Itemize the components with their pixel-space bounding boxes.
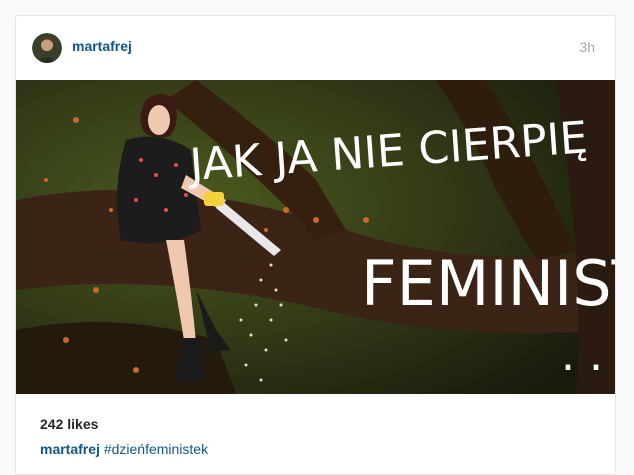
post-username[interactable]: martafrej [72, 38, 132, 54]
caption-username[interactable]: martafrej [40, 441, 100, 457]
avatar[interactable] [32, 33, 62, 63]
caption-hashtag[interactable]: #dzieńfeministek [104, 441, 208, 457]
post-timestamp[interactable]: 3h [579, 39, 595, 55]
image-text-dots: . . [561, 330, 603, 381]
image-text-line2: FEMINISTEK [361, 247, 615, 320]
post-card: martafrej 3h JAK JA NIE CIERPIĘ FEMINIS … [15, 15, 616, 475]
likes-count[interactable]: 242 likes [40, 416, 98, 432]
post-image[interactable]: JAK JA NIE CIERPIĘ FEMINISTEK . . [16, 80, 615, 394]
post-caption: martafrej #dzieńfeministek [40, 441, 208, 457]
post-header: martafrej 3h [16, 16, 615, 80]
